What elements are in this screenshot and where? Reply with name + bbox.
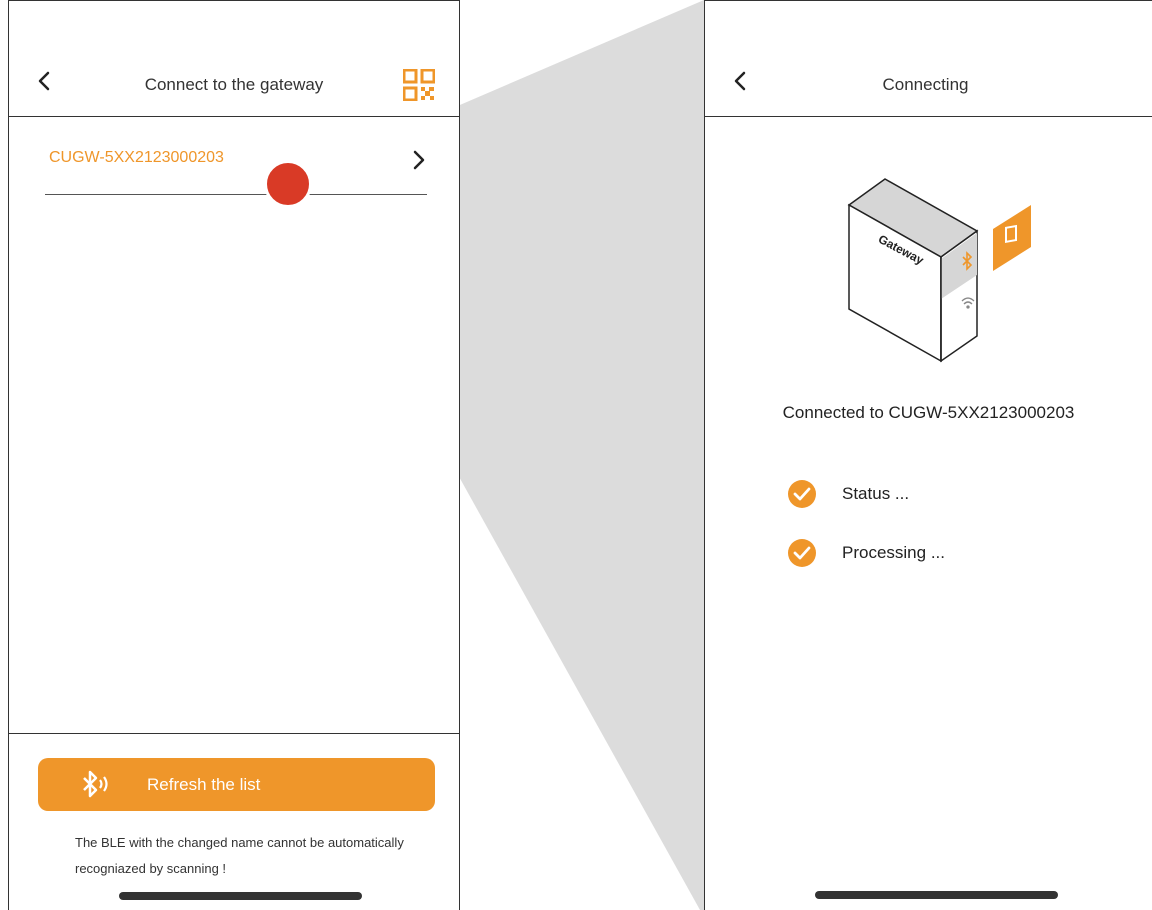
- header: Connecting: [705, 1, 1152, 117]
- connecting-screen: Connecting Gateway Connected to CUGW-5XX…: [704, 0, 1152, 910]
- connected-status-text: Connected to CUGW-5XX2123000203: [782, 403, 1075, 422]
- bluetooth-scan-icon: [83, 770, 108, 798]
- device-name: CUGW-5XX2123000203: [49, 149, 224, 166]
- qr-code-icon[interactable]: [403, 69, 435, 101]
- step-label: Status ...: [842, 484, 910, 503]
- checkmark-circle-icon: [788, 480, 816, 508]
- home-indicator[interactable]: [119, 892, 362, 900]
- device-list-item[interactable]: CUGW-5XX2123000203: [45, 141, 427, 195]
- page-title: Connect to the gateway: [144, 75, 324, 94]
- home-indicator[interactable]: [815, 891, 1058, 899]
- refresh-list-button[interactable]: Refresh the list: [38, 758, 435, 811]
- tap-marker: [264, 160, 312, 208]
- phone-settings-icon: [993, 205, 1031, 271]
- connect-gateway-screen: Connect to the gateway CUGW-5XX212300020…: [8, 0, 460, 910]
- footer: Refresh the list The BLE with the change…: [9, 733, 459, 910]
- header: Connect to the gateway: [9, 1, 459, 117]
- chevron-right-icon: [413, 150, 425, 170]
- refresh-list-label: Refresh the list: [147, 775, 261, 794]
- page-title: Connecting: [882, 75, 969, 94]
- ble-rename-note: The BLE with the changed name cannot be …: [75, 835, 404, 876]
- checkmark-circle-icon: [788, 539, 816, 567]
- gateway-illustration: Gateway: [847, 178, 1031, 363]
- step-label: Processing ...: [842, 543, 945, 562]
